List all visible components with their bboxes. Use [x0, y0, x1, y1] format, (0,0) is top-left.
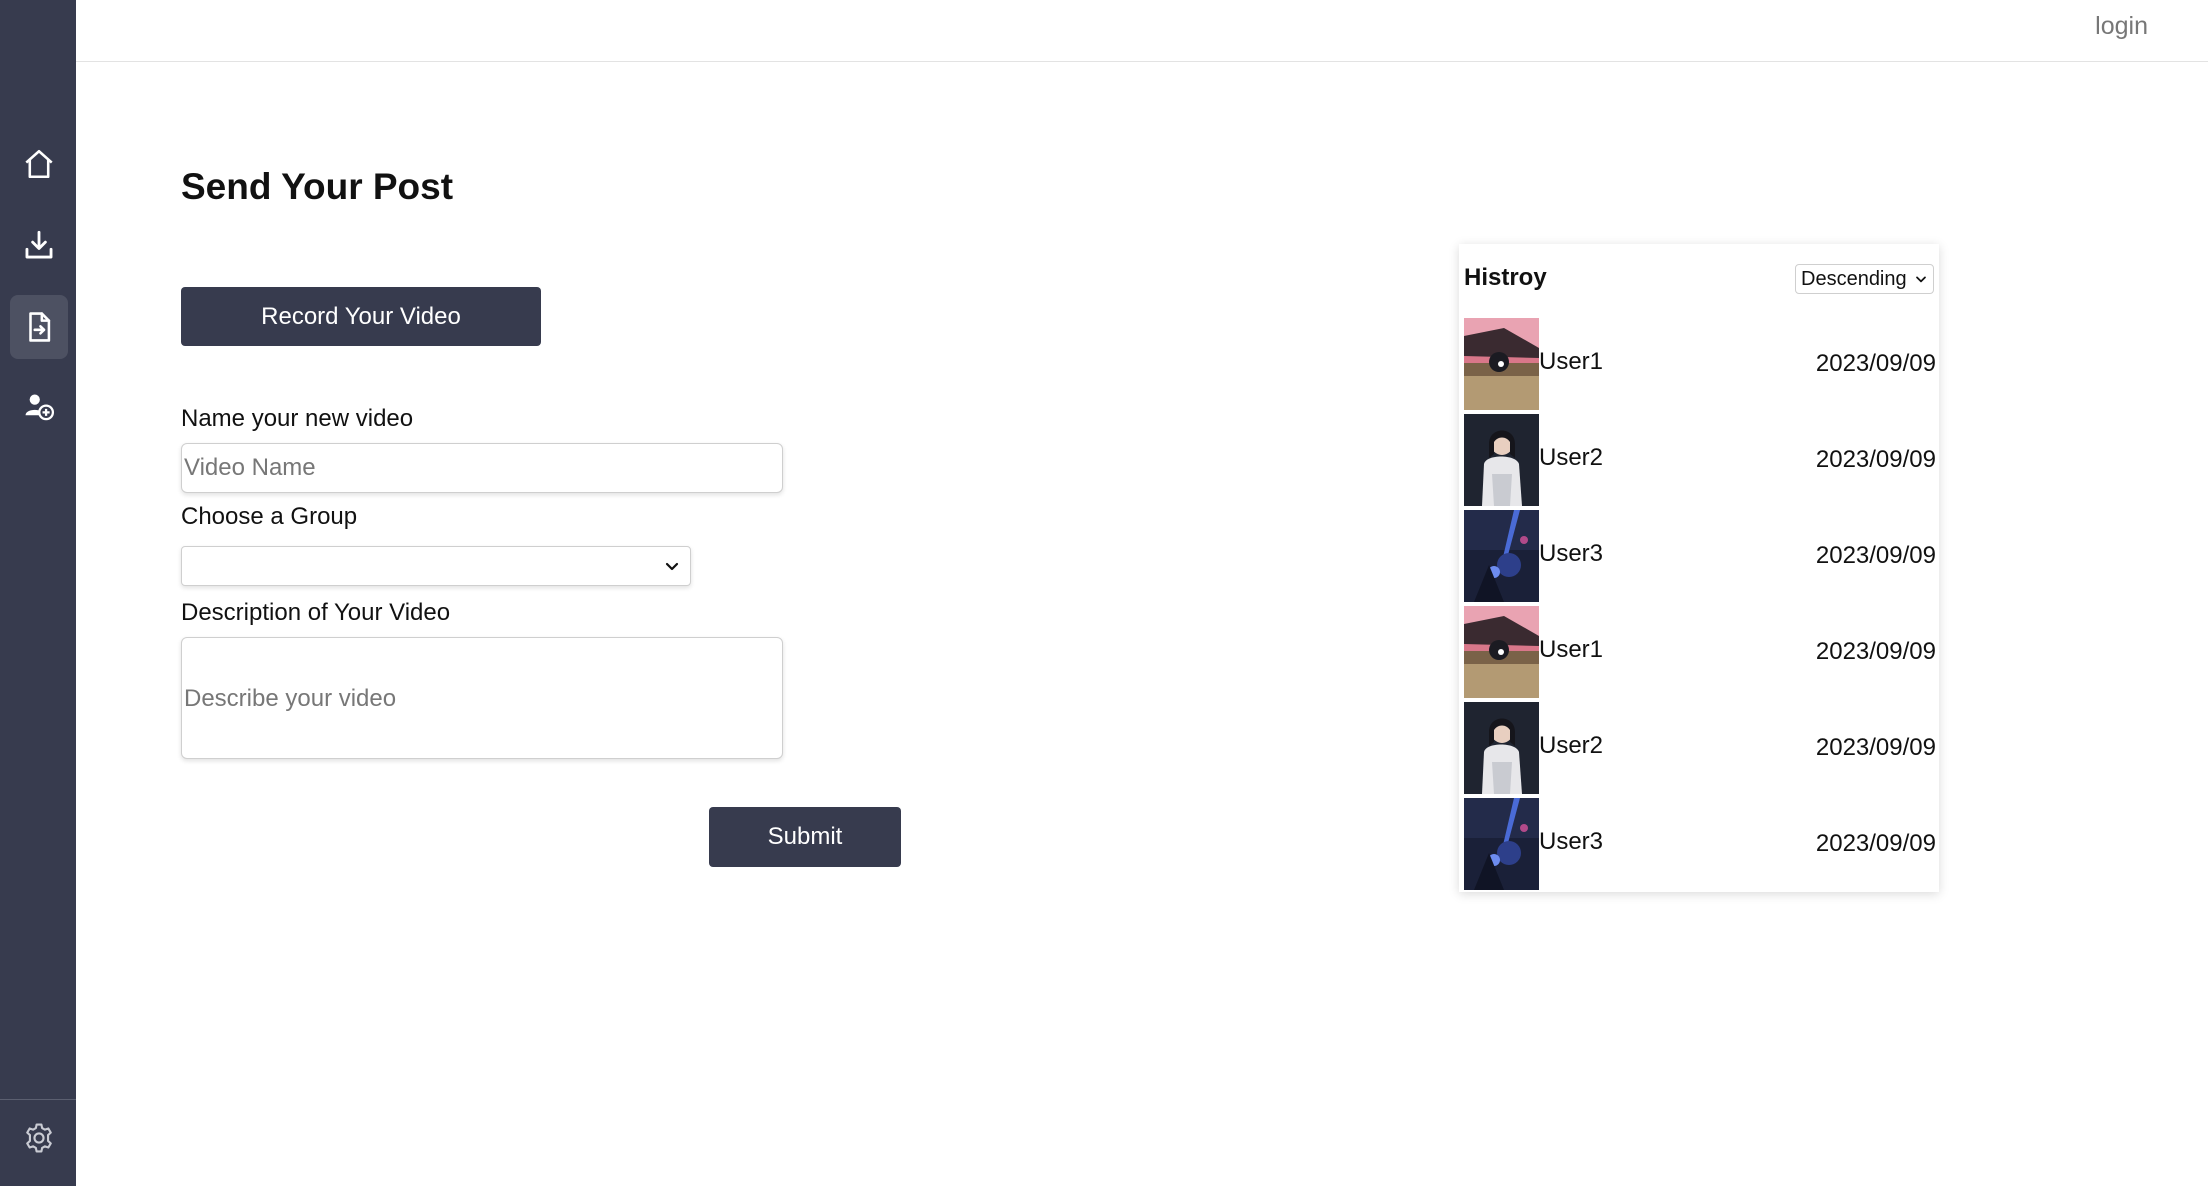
video-name-label: Name your new video — [181, 405, 414, 432]
video-thumbnail — [1464, 414, 1539, 506]
group-label: Choose a Group — [181, 503, 358, 530]
sidebar-item-download[interactable] — [10, 213, 68, 277]
sidebar — [0, 0, 76, 1186]
login-link[interactable]: login — [2095, 12, 2148, 41]
history-item[interactable]: User1 2023/09/09 — [1464, 318, 1936, 410]
history-date: 2023/09/09 — [1815, 446, 1936, 473]
video-thumbnail — [1464, 702, 1539, 794]
home-icon — [25, 149, 53, 179]
video-thumbnail — [1464, 606, 1539, 698]
sidebar-item-add-user[interactable] — [10, 374, 68, 438]
history-item[interactable]: User3 2023/09/09 — [1464, 510, 1936, 602]
video-name-input[interactable] — [181, 443, 783, 493]
history-date: 2023/09/09 — [1815, 830, 1936, 857]
history-user: User2 — [1539, 444, 1604, 471]
sidebar-item-settings[interactable] — [10, 1106, 68, 1170]
history-item[interactable]: User3 2023/09/09 — [1464, 798, 1936, 890]
sidebar-divider — [0, 1099, 76, 1100]
download-icon — [25, 230, 53, 259]
history-item[interactable]: User1 2023/09/09 — [1464, 606, 1936, 698]
history-user: User3 — [1539, 540, 1604, 567]
chevron-down-icon — [665, 562, 679, 571]
history-title: Histroy — [1464, 264, 1547, 291]
history-date: 2023/09/09 — [1815, 350, 1936, 377]
history-item[interactable]: User2 2023/09/09 — [1464, 702, 1936, 794]
add-user-icon — [25, 394, 55, 421]
top-bar: login — [76, 0, 2208, 62]
video-thumbnail — [1464, 798, 1539, 890]
history-date: 2023/09/09 — [1815, 638, 1936, 665]
record-video-button[interactable]: Record Your Video — [181, 287, 541, 346]
sort-order-select[interactable]: Descending — [1795, 264, 1934, 294]
sort-order-value: Descending — [1801, 268, 1907, 290]
group-select[interactable] — [181, 546, 691, 586]
sidebar-item-send-post[interactable] — [10, 295, 68, 359]
submit-button[interactable]: Submit — [709, 807, 901, 867]
history-user: User3 — [1539, 828, 1604, 855]
history-date: 2023/09/09 — [1815, 542, 1936, 569]
gear-icon — [26, 1123, 52, 1153]
description-label: Description of Your Video — [181, 599, 451, 626]
history-user: User2 — [1539, 732, 1604, 759]
file-export-icon — [29, 312, 51, 342]
history-user: User1 — [1539, 348, 1604, 375]
sidebar-item-home[interactable] — [10, 132, 68, 196]
history-panel: Histroy Descending User1 2023/09/09 User… — [1459, 244, 1939, 892]
history-item[interactable]: User2 2023/09/09 — [1464, 414, 1936, 506]
history-user: User1 — [1539, 636, 1604, 663]
video-thumbnail — [1464, 318, 1539, 410]
page-title: Send Your Post — [181, 166, 454, 207]
description-textarea[interactable] — [181, 637, 783, 759]
history-date: 2023/09/09 — [1815, 734, 1936, 761]
video-thumbnail — [1464, 510, 1539, 602]
chevron-down-icon — [1916, 276, 1926, 283]
